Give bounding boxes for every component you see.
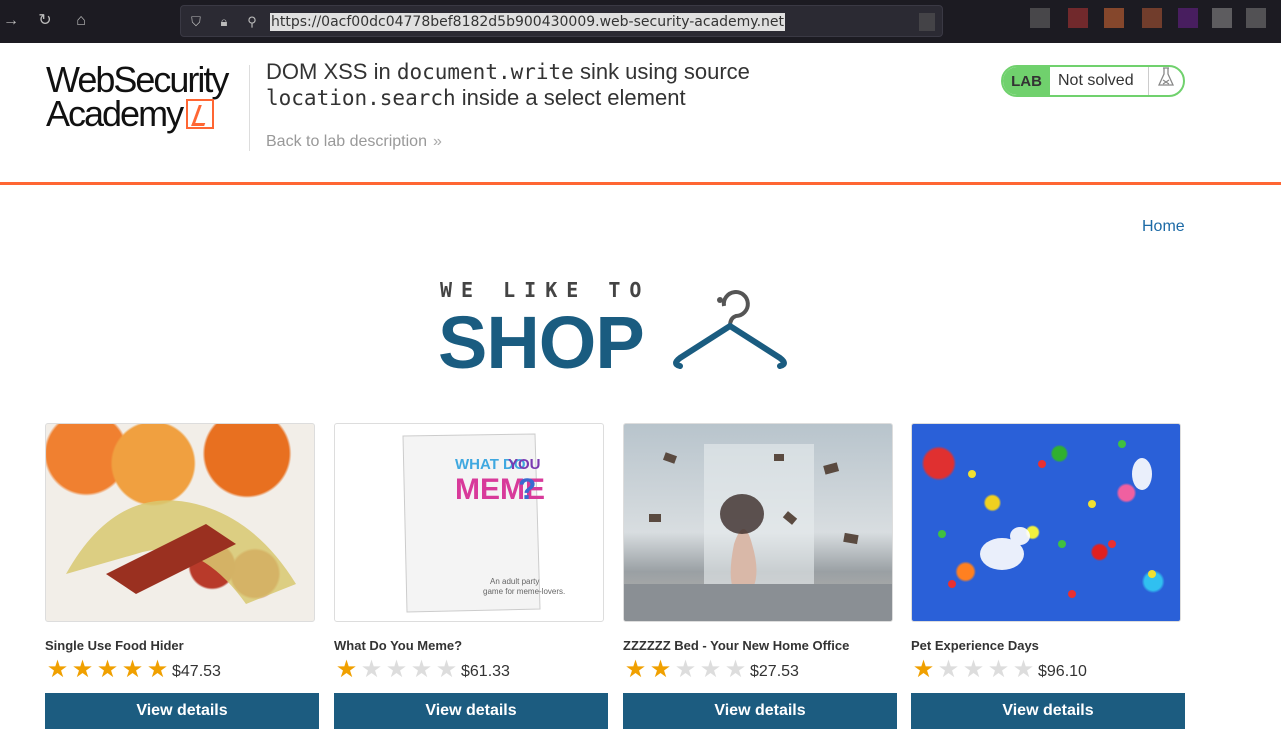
reload-icon[interactable]: ↻ [34,10,56,32]
url-text[interactable]: https://0acf00dc04778bef8182d5b900430009… [270,13,785,31]
star-icon: ★ [121,656,144,683]
star-icon: ★ [674,656,697,683]
star-icon: ★ [410,656,433,683]
hanger-icon [673,290,787,369]
flask-icon[interactable] [1149,67,1183,95]
extension-icon[interactable] [1212,8,1232,28]
browser-toolbar: → ↻ ⌂ ⛉ 🔒︎ ⚲ https://0acf00dc04778bef818… [0,0,1281,43]
star-icon: ★ [724,656,747,683]
star-icon: ★ [385,656,408,683]
product-card: ZZZZZZ Bed - Your New Home Office ★ ★ ★ ★ ★ … [623,423,897,729]
status-text: Not solved [1050,67,1149,95]
product-image [911,423,1181,622]
bookmark-icon[interactable] [919,13,935,31]
product-name: ZZZZZZ Bed - Your New Home Office [623,638,850,653]
academy-logo[interactable]: WebSecurity Academy [46,62,246,135]
star-icon: ★ [699,656,722,683]
forward-icon[interactable]: → [0,10,22,32]
svg-text:game for meme-lovers.: game for meme-lovers. [483,587,565,596]
header-divider [249,65,250,151]
view-details-button[interactable]: View details [45,693,319,729]
product-name: Single Use Food Hider [45,638,184,653]
address-bar[interactable]: ⛉ 🔒︎ ⚲ https://0acf00dc04778bef8182d5b90… [180,5,943,37]
shield-icon[interactable]: ⛉ [187,13,205,31]
lightning-icon [186,99,215,129]
view-details-button[interactable]: View details [911,693,1185,729]
product-card: Single Use Food Hider ★ ★ ★ ★ ★ $47.53 View … [45,423,319,729]
rating: ★ ★ ★ ★ ★ $96.10 [911,658,1185,682]
star-icon: ★ [624,656,647,683]
star-icon: ★ [937,656,960,683]
product-price: $47.53 [172,663,221,680]
star-icon: ★ [1012,656,1035,683]
svg-text:?: ? [518,473,536,506]
star-icon: ★ [912,656,935,683]
extension-icon[interactable] [1178,8,1198,28]
home-link[interactable]: Home [1142,218,1185,236]
double-chevron-right-icon: » [432,133,442,150]
product-image: WHAT DO YOU MEME ? An adult party game f… [334,423,604,622]
lab-title: DOM XSS in document.write sink using sou… [266,59,750,110]
extension-icon[interactable] [1030,8,1050,28]
star-icon: ★ [649,656,672,683]
product-name: Pet Experience Days [911,638,1039,653]
extension-icon[interactable] [1068,8,1088,28]
product-price: $27.53 [750,663,799,680]
lab-status-widget: LAB Not solved [1001,65,1185,97]
star-icon: ★ [96,656,119,683]
product-name: What Do You Meme? [334,638,463,653]
back-to-lab-description-link[interactable]: Back to lab description» [266,133,442,151]
product-image [45,423,315,622]
lab-header: WebSecurity Academy DOM XSS in document.… [0,43,1281,185]
star-icon: ★ [435,656,458,683]
shop-banner-logo: WE LIKE TO SHOP [438,276,798,384]
svg-text:YOU: YOU [508,456,541,473]
star-icon: ★ [46,656,69,683]
lab-badge: LAB [1003,67,1050,95]
product-price: $61.33 [461,663,510,680]
rating: ★ ★ ★ ★ ★ $27.53 [623,658,897,682]
view-details-button[interactable]: View details [623,693,897,729]
star-icon: ★ [962,656,985,683]
menu-icon[interactable] [1246,8,1266,28]
svg-text:An adult party: An adult party [490,577,539,586]
star-icon: ★ [71,656,94,683]
product-card: Pet Experience Days ★ ★ ★ ★ ★ $96.10 View de… [911,423,1185,729]
star-icon: ★ [360,656,383,683]
product-image [623,423,893,622]
product-price: $96.10 [1038,663,1087,680]
rating: ★ ★ ★ ★ ★ $47.53 [45,658,319,682]
view-details-button[interactable]: View details [334,693,608,729]
star-icon: ★ [335,656,358,683]
rating: ★ ★ ★ ★ ★ $61.33 [334,658,608,682]
lock-icon[interactable]: 🔒︎ [215,13,233,31]
logo-text: Academy [46,93,184,134]
star-icon: ★ [987,656,1010,683]
star-icon: ★ [146,656,169,683]
product-card: WHAT DO YOU MEME ? An adult party game f… [334,423,608,729]
extension-icon[interactable] [1142,8,1162,28]
home-icon[interactable]: ⌂ [70,10,92,32]
extension-icon[interactable] [1104,8,1124,28]
permissions-icon[interactable]: ⚲ [243,13,261,31]
